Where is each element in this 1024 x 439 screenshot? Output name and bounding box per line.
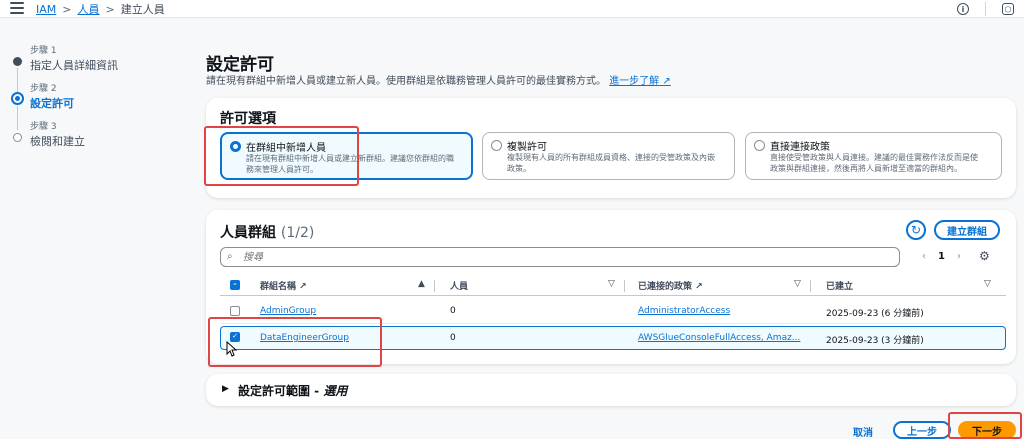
group-policy-link[interactable]: AdministratorAccess (638, 306, 730, 316)
search-box: ⌕ (220, 247, 900, 267)
chevron-right-icon[interactable]: › (957, 251, 961, 262)
sort-icon[interactable]: ▽ (608, 279, 615, 289)
row-checkbox-checked[interactable]: ✓ (230, 332, 240, 342)
pagination: ‹ 1 › ⚙ (922, 249, 990, 263)
step-3: 步驟 3 檢閱和建立 (10, 116, 180, 154)
step-1[interactable]: 步驟 1 指定人員詳細資訊 (10, 40, 180, 92)
option-description: 複製現有人員的所有群組成員資格、連接的受管政策及內嵌政策。 (507, 153, 715, 173)
search-input[interactable] (243, 250, 883, 264)
refresh-button[interactable]: ↻ (906, 220, 926, 240)
user-groups-panel: 人員群組 (1/2) ↻ 建立群組 ⌕ ‹ 1 › ⚙ – 群組名稱 ↗ ▲ 人… (206, 210, 1016, 364)
group-created: 2025-09-23 (3 分鐘前) (826, 336, 924, 346)
option-title: 在群組中新增人員 (246, 143, 326, 154)
cancel-button[interactable]: 取消 (853, 424, 873, 439)
breadcrumb: IAM > 人員 > 建立人員 (36, 1, 165, 17)
option-description: 直接使受管政策與人員連接。建議的最佳實務作法反而是使政策與群組連接，然後再將人員… (770, 153, 978, 173)
option-description: 請在現有群組中新增人員或建立新群組。建議您依群組的職務來管理人員許可。 (246, 154, 454, 174)
divider (985, 2, 986, 16)
top-bar: IAM > 人員 > 建立人員 i ⬡ (0, 0, 1024, 18)
step-active-icon (11, 92, 24, 105)
gear-icon[interactable]: ⚙ (979, 249, 990, 263)
group-users-count: 0 (450, 306, 456, 316)
radio-selected-icon[interactable] (230, 141, 241, 152)
next-button[interactable]: 下一步 (958, 421, 1016, 439)
chevron-left-icon[interactable]: ‹ (922, 251, 926, 262)
search-icon: ⌕ (227, 251, 233, 262)
breadcrumb-current: 建立人員 (120, 3, 165, 16)
external-link-icon: ↗ (662, 76, 671, 87)
sort-icon[interactable]: ▽ (984, 279, 991, 289)
option-add-to-group[interactable]: 在群組中新增人員 請在現有群組中新增人員或建立新群組。建議您依群組的職務來管理人… (220, 132, 473, 180)
table-row-selected[interactable]: ✓ DataEngineerGroup 0 AWSGlueConsoleFull… (220, 326, 1006, 350)
breadcrumb-iam-link[interactable]: IAM (36, 3, 56, 16)
groups-heading: 人員群組 (1/2) (220, 225, 315, 241)
permission-options-panel: 許可選項 在群組中新增人員 請在現有群組中新增人員或建立新群組。建議您依群組的職… (206, 98, 1016, 198)
column-header-policies[interactable]: 已連接的政策 ↗ (638, 279, 703, 292)
option-title: 直接連接政策 (770, 142, 830, 153)
table-header: – 群組名稱 ↗ ▲ 人員 ▽ 已連接的政策 ↗ ▽ 已建立 ▽ (220, 276, 1006, 296)
learn-more-link[interactable]: 進一步了解 ↗ (609, 76, 671, 87)
external-link-icon: ↗ (299, 282, 307, 292)
settings-hex-icon[interactable]: ⬡ (1002, 3, 1014, 15)
step-2[interactable]: 步驟 2 設定許可 (10, 78, 180, 130)
sort-icon[interactable]: ▽ (794, 279, 801, 289)
column-divider (810, 280, 811, 292)
step-label: 檢閱和建立 (30, 135, 85, 148)
step-done-icon (13, 57, 22, 66)
column-header-created[interactable]: 已建立 (826, 279, 853, 292)
info-icon[interactable]: i (957, 3, 969, 15)
option-title: 複製許可 (507, 142, 547, 153)
permission-boundary-label[interactable]: 設定許可範圍 - 選用 (238, 382, 347, 399)
permission-boundary-panel[interactable]: ▶ 設定許可範圍 - 選用 (206, 374, 1016, 406)
step-number: 步驟 3 (30, 122, 57, 132)
permission-options-heading: 許可選項 (220, 111, 276, 127)
chevron-right-icon: > (105, 2, 115, 16)
column-divider (434, 280, 435, 292)
step-todo-icon (13, 133, 22, 142)
step-label: 指定人員詳細資訊 (30, 59, 118, 72)
radio-icon[interactable] (491, 140, 502, 151)
group-policy-link[interactable]: AWSGlueConsoleFullAccess, Amaz... (638, 333, 800, 343)
page-number[interactable]: 1 (938, 251, 945, 262)
external-link-icon: ↗ (695, 282, 703, 292)
footer-actions: 取消 上一步 下一步 (0, 420, 1024, 439)
groups-count: (1/2) (280, 225, 315, 241)
group-created: 2025-09-23 (6 分鐘前) (826, 309, 924, 319)
step-number: 步驟 1 (30, 46, 57, 56)
step-number: 步驟 2 (30, 84, 57, 94)
group-name-link[interactable]: AdminGroup (260, 306, 316, 316)
wizard-steps: 步驟 1 指定人員詳細資訊 步驟 2 設定許可 步驟 3 檢閱和建立 (10, 40, 180, 154)
column-divider (624, 280, 625, 292)
page-description: 請在現有群組中新增人員或建立新人員。使用群組是依職務管理人員許可的最佳實務方式。… (206, 72, 671, 87)
breadcrumb-users-link[interactable]: 人員 (77, 1, 99, 17)
chevron-right-icon: > (62, 2, 72, 16)
option-attach-policies[interactable]: 直接連接政策 直接使受管政策與人員連接。建議的最佳實務作法反而是使政策與群組連接… (745, 132, 1002, 180)
column-header-name[interactable]: 群組名稱 ↗ (260, 279, 307, 292)
caret-right-icon[interactable]: ▶ (222, 384, 229, 394)
refresh-icon: ↻ (910, 223, 922, 237)
previous-button[interactable]: 上一步 (893, 421, 951, 439)
group-name-link[interactable]: DataEngineerGroup (260, 333, 349, 343)
option-copy-permissions[interactable]: 複製許可 複製現有人員的所有群組成員資格、連接的受管政策及內嵌政策。 (482, 132, 735, 180)
step-label: 設定許可 (30, 97, 74, 110)
table-row[interactable]: AdminGroup 0 AdministratorAccess 2025-09… (220, 300, 1006, 324)
select-all-checkbox[interactable]: – (230, 280, 240, 290)
menu-icon[interactable] (10, 2, 24, 14)
page-description-text: 請在現有群組中新增人員或建立新人員。使用群組是依職務管理人員許可的最佳實務方式。 (206, 76, 606, 87)
row-checkbox[interactable] (230, 306, 240, 316)
column-header-users[interactable]: 人員 (450, 279, 468, 292)
sort-asc-icon[interactable]: ▲ (418, 279, 425, 289)
group-users-count: 0 (450, 333, 456, 343)
create-group-button[interactable]: 建立群組 (934, 220, 1000, 240)
radio-icon[interactable] (754, 140, 765, 151)
